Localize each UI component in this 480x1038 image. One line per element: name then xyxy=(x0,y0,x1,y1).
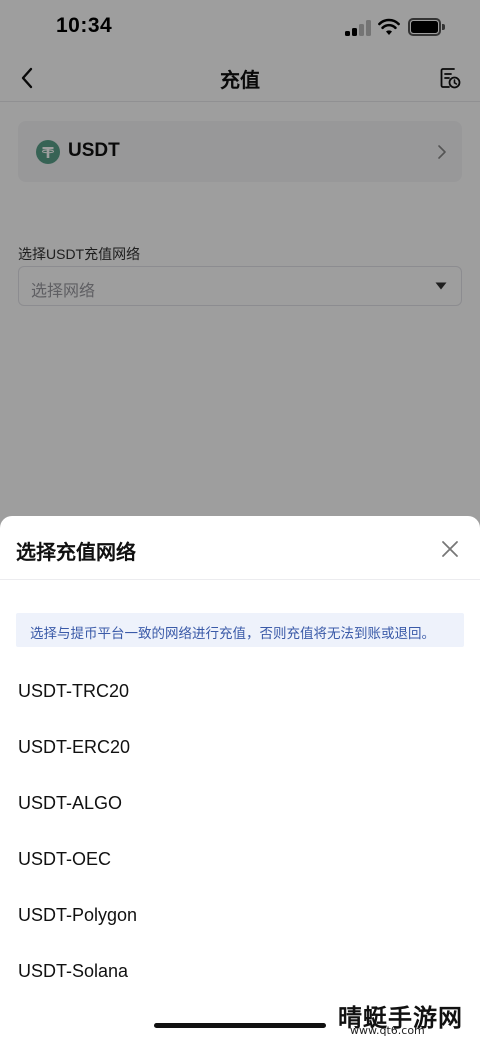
network-option-polygon[interactable]: USDT-Polygon xyxy=(0,887,480,943)
sheet-header: 选择充值网络 xyxy=(0,516,480,580)
close-icon[interactable] xyxy=(440,539,460,559)
network-option-erc20[interactable]: USDT-ERC20 xyxy=(0,719,480,775)
network-notice: 选择与提币平台一致的网络进行充值，否则充值将无法到账或退回。 xyxy=(16,613,464,647)
home-indicator[interactable] xyxy=(154,1023,326,1028)
network-option-algo[interactable]: USDT-ALGO xyxy=(0,775,480,831)
network-option-trc20[interactable]: USDT-TRC20 xyxy=(0,663,480,719)
network-bottom-sheet: 选择充值网络 选择与提币平台一致的网络进行充值，否则充值将无法到账或退回。 US… xyxy=(0,516,480,1038)
sheet-title: 选择充值网络 xyxy=(16,542,136,564)
network-list: USDT-TRC20 USDT-ERC20 USDT-ALGO USDT-OEC… xyxy=(0,663,480,999)
screen: 10:34 充值 USDT 选择USDT充值网络 选择网络 选择充值网络 选择与… xyxy=(0,0,480,1038)
watermark-sub: www.qt6.com xyxy=(350,1024,425,1037)
network-option-oec[interactable]: USDT-OEC xyxy=(0,831,480,887)
notice-text: 选择与提币平台一致的网络进行充值，否则充值将无法到账或退回。 xyxy=(30,626,435,641)
watermark: 晴蜓手游网 www.qt6.com xyxy=(338,998,470,1038)
network-option-solana[interactable]: USDT-Solana xyxy=(0,943,480,999)
